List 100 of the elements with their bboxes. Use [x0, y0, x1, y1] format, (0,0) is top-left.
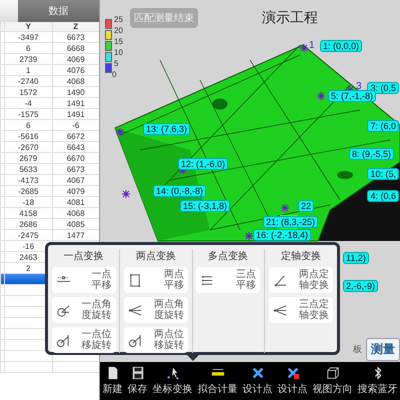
toolbar-button[interactable]: 视图方向 [312, 366, 352, 396]
table-cell: 1490 [66, 88, 85, 96]
table-cell: 6673 [66, 32, 85, 42]
table-cell: -4 [24, 98, 32, 108]
transform-button[interactable]: 三点平移 [196, 267, 260, 293]
table-row[interactable]: -4173 4067 [0, 175, 99, 186]
table-row[interactable]: -2740 4068 [0, 76, 99, 87]
point-label: 13: (7,6,3) [143, 123, 190, 135]
table-row[interactable]: -2475 1477 [0, 230, 99, 241]
table-cell: 6 [26, 120, 30, 130]
group-title: 两点变换 [136, 250, 176, 263]
table-row[interactable]: -3497 6673 [0, 32, 99, 43]
table-cell: 6672 [66, 132, 85, 140]
legend-label: 15 [114, 38, 123, 46]
point-label: 4: (0,6 [367, 190, 399, 202]
transform-button[interactable]: 两点定轴变换 [268, 267, 333, 293]
table-cell: 4068 [66, 208, 85, 218]
table-cell: 2 [26, 264, 30, 272]
table-cell: 2739 [19, 54, 38, 64]
legend-label: 25 [114, 16, 123, 24]
toolbar-button[interactable]: 设计点 [278, 366, 308, 396]
table-row[interactable]: -2685 4079 [0, 186, 99, 197]
point-label: 7: (6,0 [367, 120, 399, 132]
table-row[interactable]: 2739 4069 [0, 54, 99, 65]
table-cell: 2686 [19, 220, 38, 228]
table-row[interactable]: 2686 4085 [0, 219, 99, 230]
table-cell: 4079 [66, 186, 85, 196]
table-cell: -2685 [18, 186, 38, 196]
table-row[interactable]: 6 6668 [0, 43, 99, 54]
table-row[interactable]: -1575 1491 [0, 109, 99, 120]
transform-button[interactable]: 一点平移 [52, 267, 116, 293]
point-label: 5: (7,-1,-8) [328, 90, 376, 102]
transform-button[interactable]: 两点平移 [124, 267, 188, 293]
point-label: 14: (0,-8,-8) [153, 185, 206, 197]
legend-label: 10 [114, 49, 123, 57]
table-cell: 6668 [66, 44, 85, 52]
column-header: Y [26, 22, 31, 31]
table-cell: 4076 [66, 66, 85, 74]
toolbar-button[interactable]: 搜索蓝牙 [358, 366, 398, 396]
toolbar-button[interactable]: 保存 [128, 366, 148, 396]
table-row[interactable]: -2670 6643 [0, 142, 99, 153]
point-number: 1 [309, 40, 315, 51]
table-cell: -2670 [18, 142, 38, 152]
table-row[interactable]: 1572 1490 [0, 87, 99, 98]
point-label: 21: (8,3,-25) [263, 216, 318, 228]
table-cell: 2679 [19, 154, 38, 162]
toolbar-button[interactable]: 拟合计量 [198, 366, 238, 396]
point-label: 16: (-2,-18,4) [253, 229, 312, 241]
table-row[interactable]: 4158 4068 [0, 208, 99, 219]
table-cell: 4085 [66, 220, 85, 228]
point-label: 8: (9,-5,5) [349, 148, 394, 160]
table-cell: -1575 [18, 110, 38, 118]
table-cell: 1491 [66, 110, 85, 118]
table-cell: 1 [26, 66, 30, 74]
legend-label: 5 [114, 60, 118, 68]
table-cell: 5633 [19, 164, 38, 174]
group-title: 一点变换 [64, 250, 104, 263]
point-label: 12: (1,-6,0) [178, 158, 228, 170]
transform-button[interactable]: 两点角度旋转 [124, 297, 188, 323]
toolbar-button[interactable]: 新建 [102, 366, 122, 396]
table-cell: 4067 [66, 176, 85, 184]
project-title: 演示工程 [262, 9, 318, 27]
table-cell: -18 [22, 198, 34, 206]
table-row[interactable]: 2679 6670 [0, 153, 99, 164]
table-row[interactable]: -4 1491 [0, 98, 99, 109]
table-cell: 4158 [19, 208, 38, 218]
table-cell: 2463 [19, 252, 38, 262]
group-title: 定轴变换 [280, 250, 321, 263]
point-label: 11,2) [343, 252, 369, 264]
toolbar-button[interactable]: 设计点 [242, 366, 272, 396]
table-row[interactable]: 1 4076 [0, 65, 99, 76]
point-label: 1: (0,0,0) [320, 40, 362, 52]
toolbar-button[interactable]: 坐标变换 [152, 366, 192, 396]
side-tab[interactable]: 板 [353, 343, 362, 356]
legend-label: 20 [114, 27, 123, 35]
point-label: 10: (5, [367, 168, 399, 180]
table-cell: -3497 [18, 32, 38, 42]
legend-label: 0 [112, 71, 118, 79]
table-cell: 1477 [66, 230, 85, 240]
table-row[interactable]: 5633 6673 [0, 164, 99, 175]
table-cell: 4081 [66, 198, 85, 206]
transform-button[interactable]: 两点位移旋转 [124, 327, 188, 353]
group-title: 多点变换 [208, 250, 248, 263]
table-row[interactable]: -18 4081 [0, 197, 99, 208]
table-cell: -5616 [18, 132, 38, 140]
table-cell: -4173 [18, 176, 38, 184]
table-cell: 1572 [19, 88, 38, 96]
table-row[interactable]: -5616 6672 [0, 131, 99, 142]
point-number: 3 [356, 81, 362, 92]
point-label: 22 [298, 200, 314, 212]
side-tab[interactable]: 测量 [366, 338, 400, 361]
transform-button[interactable]: 一点位移旋转 [52, 327, 116, 353]
transform-button[interactable]: 一点角度旋转 [52, 297, 116, 323]
table-cell: 6643 [66, 142, 85, 152]
column-header: Z [73, 22, 78, 31]
table-cell: 6670 [66, 154, 85, 162]
table-row[interactable]: 6 -6 [0, 120, 99, 131]
transform-button[interactable]: 三点定轴变换 [268, 297, 333, 323]
table-cell: -16 [22, 242, 34, 250]
data-tab[interactable]: 数据 [18, 0, 99, 22]
